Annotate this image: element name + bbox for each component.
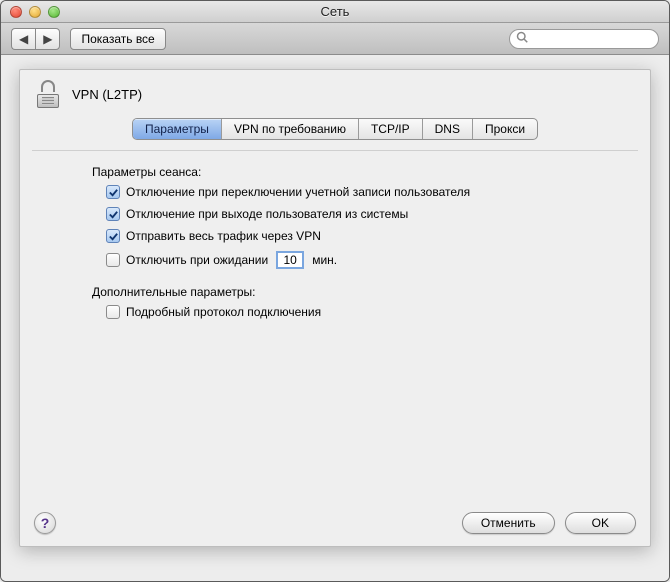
- parameters-pane: Параметры сеанса: Отключение при переклю…: [32, 150, 638, 502]
- option-disconnect-switch-user: Отключение при переключении учетной запи…: [106, 185, 632, 199]
- label-disconnect-switch-user: Отключение при переключении учетной запи…: [126, 185, 470, 199]
- label-disconnect-idle-prefix: Отключить при ожидании: [126, 253, 268, 267]
- chevron-left-icon: ◀: [19, 32, 28, 46]
- sheet-header: VPN (L2TP): [20, 70, 650, 116]
- tab-dns[interactable]: DNS: [423, 119, 473, 139]
- sheet-title: VPN (L2TP): [72, 87, 142, 102]
- session-heading: Параметры сеанса:: [88, 165, 632, 179]
- toolbar: ◀ ▶ Показать все: [1, 23, 669, 55]
- checkbox-disconnect-logout[interactable]: [106, 207, 120, 221]
- lock-icon: [34, 80, 62, 108]
- advanced-heading: Дополнительные параметры:: [88, 285, 632, 299]
- window: Сеть ◀ ▶ Показать все: [0, 0, 670, 582]
- tab-parameters[interactable]: Параметры: [133, 119, 222, 139]
- help-icon: ?: [41, 515, 50, 531]
- cancel-button[interactable]: Отменить: [462, 512, 555, 534]
- tab-proxy[interactable]: Прокси: [473, 119, 537, 139]
- chevron-right-icon: ▶: [43, 32, 52, 46]
- traffic-lights: [1, 6, 60, 18]
- label-verbose-log: Подробный протокол подключения: [126, 305, 321, 319]
- option-verbose-log: Подробный протокол подключения: [106, 305, 632, 319]
- checkbox-send-all-traffic[interactable]: [106, 229, 120, 243]
- tab-bar: Параметры VPN по требованию TCP/IP DNS П…: [132, 118, 538, 140]
- ok-button[interactable]: OK: [565, 512, 636, 534]
- settings-sheet: VPN (L2TP) Параметры VPN по требованию T…: [19, 69, 651, 547]
- tab-vpn-on-demand[interactable]: VPN по требованию: [222, 119, 359, 139]
- nav-button-group: ◀ ▶: [11, 28, 60, 50]
- search-icon: [516, 31, 528, 46]
- label-disconnect-logout: Отключение при выходе пользователя из си…: [126, 207, 408, 221]
- search-input[interactable]: [532, 33, 652, 45]
- label-disconnect-idle-suffix: мин.: [312, 253, 337, 267]
- help-button[interactable]: ?: [34, 512, 56, 534]
- minimize-window-button[interactable]: [29, 6, 41, 18]
- tab-tcpip[interactable]: TCP/IP: [359, 119, 423, 139]
- option-disconnect-idle: Отключить при ожидании мин.: [106, 251, 632, 269]
- label-send-all-traffic: Отправить весь трафик через VPN: [126, 229, 321, 243]
- content-area: VPN (L2TP) Параметры VPN по требованию T…: [1, 55, 669, 582]
- forward-button[interactable]: ▶: [35, 28, 60, 50]
- zoom-window-button[interactable]: [48, 6, 60, 18]
- window-title: Сеть: [1, 4, 669, 19]
- idle-minutes-input[interactable]: [276, 251, 304, 269]
- checkbox-verbose-log[interactable]: [106, 305, 120, 319]
- option-send-all-traffic: Отправить весь трафик через VPN: [106, 229, 632, 243]
- close-window-button[interactable]: [10, 6, 22, 18]
- show-all-button[interactable]: Показать все: [70, 28, 165, 50]
- option-disconnect-logout: Отключение при выходе пользователя из си…: [106, 207, 632, 221]
- back-button[interactable]: ◀: [11, 28, 35, 50]
- checkbox-disconnect-switch-user[interactable]: [106, 185, 120, 199]
- checkbox-disconnect-idle[interactable]: [106, 253, 120, 267]
- search-field[interactable]: [509, 29, 659, 49]
- sheet-footer: ? Отменить OK: [20, 502, 650, 546]
- titlebar: Сеть: [1, 1, 669, 23]
- show-all-label: Показать все: [81, 32, 154, 46]
